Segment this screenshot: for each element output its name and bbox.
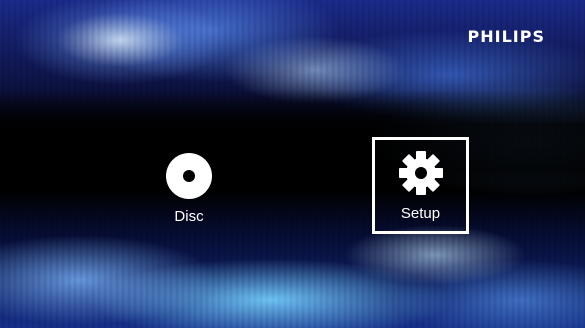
menu-item-setup[interactable]: Setup — [372, 137, 469, 234]
gear-icon — [397, 149, 445, 197]
home-menu-screen: PHILIPS Disc Setup — [0, 0, 585, 328]
background-dark-band — [0, 90, 585, 205]
background-texture — [0, 0, 585, 328]
disc-icon — [165, 152, 213, 200]
menu-item-label: Setup — [400, 205, 441, 222]
menu-item-disc[interactable]: Disc — [148, 142, 230, 234]
menu-item-label: Disc — [174, 207, 204, 225]
brand-logo: PHILIPS — [467, 27, 545, 46]
